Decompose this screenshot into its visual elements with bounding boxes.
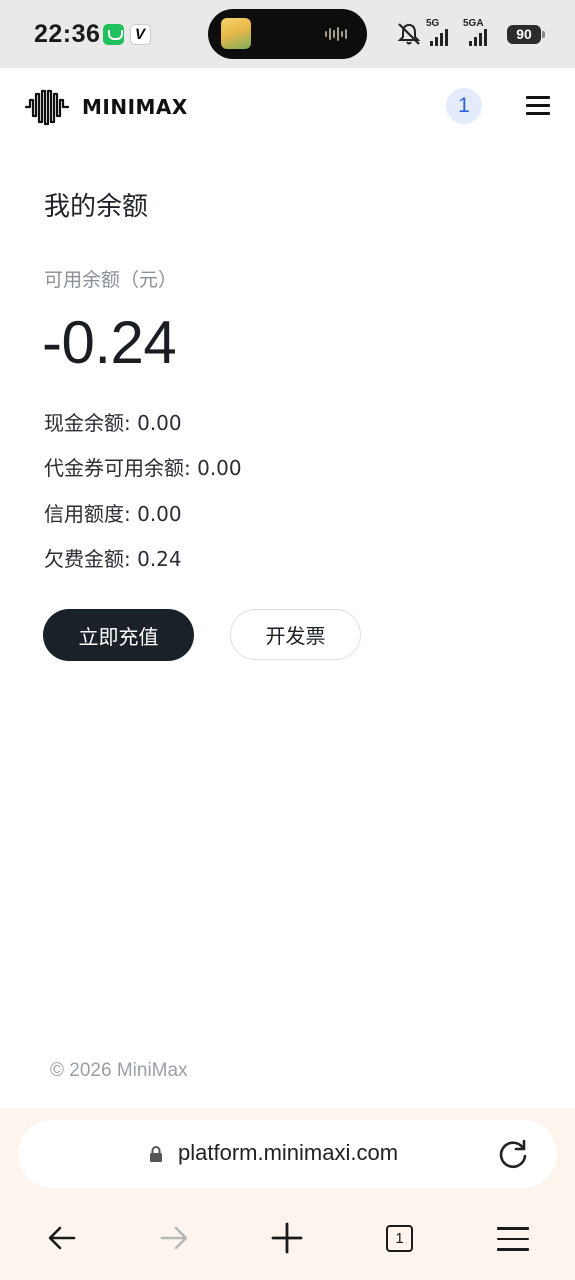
page-title: 我的余额 — [44, 192, 149, 222]
mute-icon — [397, 23, 421, 45]
signal-icon-2: 5GA — [463, 18, 503, 48]
dynamic-island[interactable] — [208, 9, 367, 59]
voucher-balance-row: 代金券可用余额: 0.00 — [44, 456, 242, 480]
browser-nav-row: 1 — [0, 1208, 575, 1268]
reload-icon[interactable] — [496, 1137, 530, 1171]
invoice-button[interactable]: 开发票 — [230, 609, 361, 660]
logo-text: MINIMAX — [82, 95, 188, 119]
notification-badge[interactable]: 1 — [446, 88, 482, 124]
available-balance-value: -0.24 — [42, 309, 177, 376]
browser-menu-icon[interactable] — [497, 1227, 529, 1251]
credit-limit-row: 信用额度: 0.00 — [44, 502, 182, 526]
battery-icon: 90 — [507, 25, 545, 44]
browser-toolbar: platform.minimaxi.com 1 — [0, 1108, 575, 1280]
status-time: 22:36 — [34, 20, 101, 48]
audio-wave-icon — [325, 27, 347, 41]
recharge-button[interactable]: 立即充值 — [43, 609, 194, 661]
back-arrow-icon[interactable] — [44, 1220, 80, 1256]
logo[interactable]: MINIMAX — [24, 88, 188, 126]
status-bar: 22:36 5G 5GA 90 — [0, 0, 575, 68]
media-thumbnail-icon — [221, 18, 251, 49]
cash-balance-row: 现金余额: 0.00 — [44, 411, 182, 435]
app-green-icon — [103, 24, 124, 45]
address-bar[interactable]: platform.minimaxi.com — [18, 1120, 557, 1188]
available-balance-label: 可用余额（元） — [44, 269, 178, 291]
logo-waveform-icon — [24, 89, 70, 126]
forward-arrow-icon[interactable] — [156, 1220, 192, 1256]
copyright-text: © 2026 MiniMax — [50, 1060, 188, 1081]
lock-icon — [150, 1146, 162, 1162]
signal-icon: 5G — [426, 18, 460, 48]
new-tab-plus-icon[interactable] — [269, 1220, 305, 1256]
url-text: platform.minimaxi.com — [178, 1140, 399, 1165]
site-header: MINIMAX 1 — [0, 68, 575, 144]
hamburger-menu-icon[interactable] — [526, 96, 550, 116]
tabs-icon[interactable]: 1 — [386, 1225, 413, 1252]
app-v-icon — [130, 24, 151, 45]
arrears-row: 欠费金额: 0.24 — [44, 547, 182, 571]
